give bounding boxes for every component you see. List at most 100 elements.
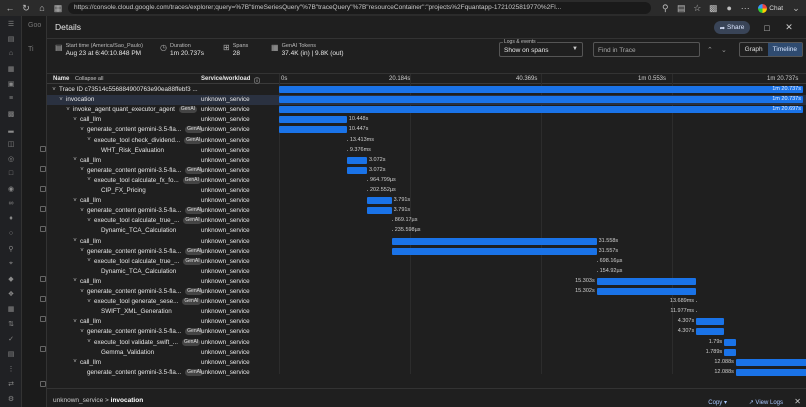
span-row[interactable]: generate_content gemini-3.5-fla... GenAI u…: [47, 368, 806, 378]
nav-icon-8[interactable]: ◫: [0, 136, 22, 151]
span-bar[interactable]: [696, 318, 725, 326]
span-bar[interactable]: [391, 230, 393, 232]
span-row[interactable]: ˅ invocation unknown_service 1m 20.737s: [47, 95, 806, 106]
span-bar[interactable]: [367, 190, 368, 191]
span-row[interactable]: ˅ execute_tool validate_swift_... GenAI unk…: [47, 338, 806, 348]
chevron-down-icon[interactable]: ˅: [86, 299, 92, 305]
span-row[interactable]: CIP_FX_Pricing unknown_service 202.552µs: [47, 186, 806, 196]
nav-icon-24[interactable]: ⇄: [0, 376, 22, 391]
chevron-down-icon[interactable]: ˅: [86, 258, 92, 264]
nav-icon-25[interactable]: ⚙: [0, 391, 22, 406]
logs-events-select[interactable]: Logs & events Show on spans ▼: [499, 39, 583, 57]
span-bar[interactable]: [735, 368, 806, 376]
nav-icon-15[interactable]: ⚲: [0, 241, 22, 256]
chevron-down-icon[interactable]: ˅: [72, 157, 78, 163]
chevron-down-icon[interactable]: ⌄: [790, 2, 802, 14]
span-row[interactable]: ˅ generate_content gemini-3.5-fla... GenAI…: [47, 166, 806, 176]
span-bar[interactable]: [391, 220, 393, 222]
span-row[interactable]: SWIFT_XML_Generation unknown_service 11.97…: [47, 307, 806, 317]
nav-icon-11[interactable]: ◉: [0, 181, 22, 196]
chevron-down-icon[interactable]: ˅: [72, 238, 78, 244]
chevron-down-icon[interactable]: ˅: [51, 87, 57, 93]
span-bar[interactable]: [279, 116, 347, 124]
span-bar[interactable]: [346, 139, 348, 141]
collapse-all-button[interactable]: Collapse all: [75, 76, 103, 82]
close-icon[interactable]: ✕: [782, 21, 796, 34]
chevron-down-icon[interactable]: ˅: [86, 137, 92, 143]
nav-icon-19[interactable]: ▦: [0, 301, 22, 316]
span-row[interactable]: ˅ call_llm unknown_service 12.088s: [47, 358, 806, 368]
span-row[interactable]: ˅ generate_content gemini-3.5-fla... GenAI…: [47, 206, 806, 216]
chevron-down-icon[interactable]: ˅: [79, 289, 85, 295]
nav-icon-2[interactable]: ⌂: [0, 46, 22, 61]
chevron-down-icon[interactable]: ˅: [86, 339, 92, 345]
nav-icon-10[interactable]: □: [0, 166, 22, 181]
span-row[interactable]: ˅ call_llm unknown_service 15.303s: [47, 277, 806, 287]
span-row[interactable]: Dynamic_TCA_Calculation unknown_service 23…: [47, 226, 806, 236]
span-bar[interactable]: [346, 149, 348, 151]
graph-view-button[interactable]: Graph: [740, 43, 768, 56]
span-bar[interactable]: [596, 277, 696, 285]
span-row[interactable]: Gemma_Validation unknown_service 1.789s: [47, 348, 806, 358]
nav-icon-14[interactable]: ○: [0, 226, 22, 241]
chevron-down-icon[interactable]: ˅: [72, 117, 78, 123]
span-bar[interactable]: [347, 166, 367, 174]
comment-icon[interactable]: □: [760, 21, 774, 34]
menu-icon[interactable]: ☰: [0, 16, 22, 31]
span-row[interactable]: ˅ Trace ID c73514c556884900763e90ea88ffeb…: [47, 85, 806, 95]
nav-icon-6[interactable]: ▩: [0, 106, 22, 121]
span-bar[interactable]: [279, 106, 803, 114]
chevron-down-icon[interactable]: ⌄: [721, 46, 727, 54]
home-icon[interactable]: ⌂: [36, 2, 48, 14]
span-bar[interactable]: [696, 328, 725, 336]
url-bar[interactable]: https://console.cloud.google.com/traces/…: [68, 2, 652, 14]
span-row[interactable]: ˅ call_llm unknown_service 10.448s: [47, 115, 806, 125]
nav-icon-1[interactable]: ▤: [0, 31, 22, 46]
span-bar[interactable]: [367, 197, 392, 205]
span-row[interactable]: ˅ call_llm unknown_service 4.307s: [47, 317, 806, 327]
span-bar[interactable]: [279, 126, 347, 134]
span-bar[interactable]: [367, 207, 392, 215]
chevron-down-icon[interactable]: ˅: [72, 319, 78, 325]
favorite-icon[interactable]: ☆: [691, 2, 703, 14]
nav-icon-16[interactable]: ⌖: [0, 256, 22, 271]
share-button[interactable]: ➦ Share: [714, 21, 750, 34]
help-icon[interactable]: ⓘ: [254, 76, 260, 85]
span-row[interactable]: ˅ execute_tool check_dividend... GenAI unkn…: [47, 136, 806, 146]
span-row[interactable]: ˅ call_llm unknown_service 3.791s: [47, 196, 806, 206]
span-bar[interactable]: [391, 237, 597, 245]
span-bar[interactable]: [596, 288, 696, 295]
nav-icon-5[interactable]: ≡: [0, 91, 22, 106]
chevron-down-icon[interactable]: ˅: [79, 127, 85, 133]
chevron-down-icon[interactable]: ˅: [79, 248, 85, 254]
zoom-icon[interactable]: ⚲: [659, 2, 671, 14]
nav-icon-18[interactable]: ❖: [0, 286, 22, 301]
name-column-header[interactable]: Name: [53, 76, 69, 82]
chevron-down-icon[interactable]: ˅: [86, 218, 92, 224]
nav-icon-4[interactable]: ▣: [0, 76, 22, 91]
chevron-up-icon[interactable]: ⌃: [707, 46, 713, 54]
nav-icon-17[interactable]: ◆: [0, 271, 22, 286]
back-icon[interactable]: ←: [4, 2, 16, 14]
span-row[interactable]: ˅ execute_tool calculate_fx_fo... GenAI unk…: [47, 176, 806, 186]
chevron-down-icon[interactable]: ˅: [72, 198, 78, 204]
chevron-down-icon[interactable]: ˅: [79, 329, 85, 335]
span-bar[interactable]: [347, 156, 367, 164]
span-row[interactable]: ˅ call_llm unknown_service 31.558s: [47, 237, 806, 247]
chevron-down-icon[interactable]: ˅: [72, 278, 78, 284]
service-column-header[interactable]: Service/workload: [201, 76, 250, 82]
copy-button[interactable]: Copy ▾: [708, 399, 727, 406]
more-icon[interactable]: ⋯: [739, 2, 751, 14]
span-row[interactable]: ˅ generate_content gemini-3.5-fla... GenAI…: [47, 125, 806, 135]
chevron-down-icon[interactable]: ˅: [79, 167, 85, 173]
span-row[interactable]: ˅ execute_tool generate_sese... GenAI unkno…: [47, 297, 806, 307]
span-row[interactable]: ˅ call_llm unknown_service 3.072s: [47, 156, 806, 166]
span-bar[interactable]: [279, 86, 803, 93]
site-info-icon[interactable]: ▦: [52, 2, 64, 14]
chevron-down-icon[interactable]: ˅: [79, 208, 85, 214]
chevron-down-icon[interactable]: ˅: [58, 97, 64, 103]
nav-icon-12[interactable]: ∞: [0, 196, 22, 211]
profile-icon[interactable]: ●: [723, 2, 735, 14]
chevron-down-icon[interactable]: ˅: [72, 359, 78, 365]
nav-icon-23[interactable]: ⋮: [0, 361, 22, 376]
